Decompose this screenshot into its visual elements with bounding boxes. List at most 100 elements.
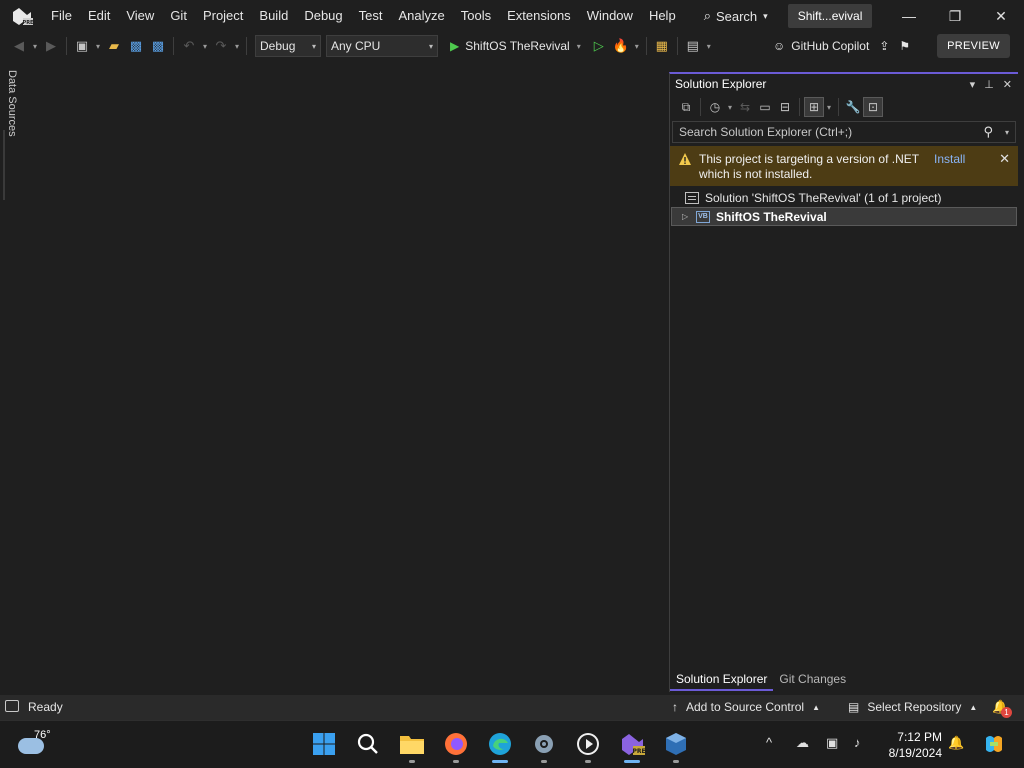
open-folder-icon[interactable]: ▰ [103,35,125,57]
navigate-forward-icon[interactable]: ▶ [40,35,62,57]
chevron-down-icon[interactable]: ▾ [1005,128,1009,137]
navigate-back-icon[interactable]: ◀ [8,35,30,57]
feedback-icon[interactable]: ⚑ [899,39,910,53]
start-button[interactable] [308,728,340,760]
solution-explorer-header: Solution Explorer ▾ ⊥ ✕ [670,74,1018,94]
close-panel-icon[interactable]: ✕ [1003,78,1012,91]
add-to-source-control-button[interactable]: ↑ Add to Source Control ▲ [672,700,820,714]
chevron-down-icon[interactable]: ▾ [824,103,834,112]
pending-changes-filter-icon[interactable]: ◷ [705,97,725,117]
expand-arrow-icon[interactable]: ▷ [682,212,696,221]
platform-select[interactable]: Any CPU ▾ [326,35,438,57]
menu-window[interactable]: Window [579,0,641,32]
running-indicator [585,760,591,763]
weather-widget[interactable]: 76° [18,729,51,754]
chevron-down-icon[interactable]: ▾ [232,42,242,51]
tab-git-changes[interactable]: Git Changes [773,667,852,691]
window-position-dropdown-icon[interactable]: ▾ [970,78,976,91]
menu-edit[interactable]: Edit [80,0,118,32]
tool-window-tabs: Solution Explorer Git Changes [670,666,1024,692]
preview-selected-items-icon[interactable]: ⊡ [863,97,883,117]
restore-button[interactable]: ❐ [932,0,978,32]
network-icon[interactable]: ▣ [826,735,838,751]
search-icon[interactable]: ⚲ [983,124,993,140]
undo-icon[interactable]: ↶ [178,35,200,57]
hot-reload-icon[interactable]: 🔥 [610,35,632,57]
menu-build[interactable]: Build [251,0,296,32]
show-all-files-icon[interactable]: ⊞ [804,97,824,117]
switch-views-icon[interactable]: ⧉ [676,97,696,117]
chevron-down-icon[interactable]: ▾ [30,42,40,51]
tab-solution-explorer[interactable]: Solution Explorer [670,667,774,691]
notification-bell-icon[interactable]: 🔔 [948,735,964,751]
taskbar-virtualbox[interactable] [660,728,692,763]
menu-help[interactable]: Help [641,0,684,32]
menu-tools[interactable]: Tools [453,0,499,32]
chevron-down-icon[interactable]: ▾ [200,42,210,51]
menu-analyze[interactable]: Analyze [390,0,452,32]
pin-icon[interactable]: ⊥ [984,78,994,91]
menu-view[interactable]: View [118,0,162,32]
collapse-all-icon[interactable]: ⊟ [775,97,795,117]
taskbar-search-button[interactable] [352,728,384,760]
taskbar-media-player[interactable] [572,728,604,763]
search-button[interactable]: ⌕ Search ▾ [698,4,774,28]
minimize-icon: — [902,8,916,24]
output-window-icon[interactable] [5,700,19,712]
svg-text:PRE: PRE [632,748,645,755]
minimize-button[interactable]: — [886,0,932,32]
menu-test[interactable]: Test [351,0,391,32]
system-clock[interactable]: 7:12 PM 8/19/2024 [880,729,942,761]
data-sources-tab[interactable]: Data Sources [6,70,18,137]
package-icon[interactable]: ▦ [651,35,673,57]
select-repository-button[interactable]: ▤ Select Repository ▲ [848,700,977,714]
editor-area[interactable] [24,60,668,695]
taskbar-copilot[interactable] [978,728,1010,760]
start-without-debugging-icon[interactable]: ▷ [588,35,610,57]
dismiss-warning-icon[interactable]: ✕ [999,151,1010,167]
configuration-select[interactable]: Debug ▾ [255,35,321,57]
menu-project[interactable]: Project [195,0,251,32]
taskbar-edge[interactable] [484,728,516,763]
solution-title-pill[interactable]: Shift...evival [787,4,873,28]
refresh-icon[interactable]: ▭ [755,97,775,117]
chevron-down-icon[interactable]: ▾ [93,42,103,51]
chevron-down-icon[interactable]: ▾ [574,42,584,51]
menu-git[interactable]: Git [162,0,195,32]
panel-title: Solution Explorer [675,77,767,91]
sync-active-document-icon[interactable]: ⇆ [735,97,755,117]
share-icon[interactable]: ⇪ [879,39,889,53]
notifications-button[interactable]: 🔔 1 [992,699,1012,718]
running-indicator [541,760,547,763]
github-copilot-button[interactable]: ☺ GitHub Copilot ⇪ ⚑ [773,35,910,57]
new-project-icon[interactable]: ▣ [71,35,93,57]
redo-icon[interactable]: ↷ [210,35,232,57]
save-icon[interactable]: ▩ [125,35,147,57]
volume-icon[interactable]: ♪ [854,735,861,750]
show-hidden-icons-icon[interactable]: ^ [766,735,772,750]
status-text: Ready [28,700,63,714]
close-button[interactable]: ✕ [978,0,1024,32]
chevron-down-icon[interactable]: ▾ [725,103,735,112]
project-node[interactable]: ▷ VB ShiftOS TheRevival [671,207,1017,226]
chevron-down-icon[interactable]: ▾ [704,42,714,51]
menu-extensions[interactable]: Extensions [499,0,579,32]
menu-file[interactable]: File [43,0,80,32]
chevron-down-icon[interactable]: ▾ [632,42,642,51]
install-link[interactable]: Install [934,152,965,166]
taskbar-settings[interactable] [528,728,560,763]
start-debugging-button[interactable]: ▶ ShiftOS TheRevival [450,35,570,57]
taskbar-file-explorer[interactable] [396,728,428,763]
onedrive-icon[interactable]: ☁ [796,735,809,751]
properties-wrench-icon[interactable]: 🔧 [843,97,863,117]
visual-studio-logo-icon[interactable]: PRE [11,6,34,26]
taskbar-visual-studio-preview[interactable]: PRE [616,728,648,763]
solution-explorer-toolbar: ⧉ ◷ ▾ ⇆ ▭ ⊟ ⊞ ▾ 🔧 ⊡ [670,94,1018,120]
solution-node[interactable]: Solution 'ShiftOS TheRevival' (1 of 1 pr… [670,188,1018,207]
layout-icon[interactable]: ▤ [682,35,704,57]
preview-button[interactable]: PREVIEW [937,34,1010,58]
solution-explorer-search-input[interactable]: Search Solution Explorer (Ctrl+;) ⚲ ▾ [672,121,1016,143]
menu-debug[interactable]: Debug [296,0,350,32]
taskbar-firefox[interactable] [440,728,472,763]
save-all-icon[interactable]: ▩ [147,35,169,57]
